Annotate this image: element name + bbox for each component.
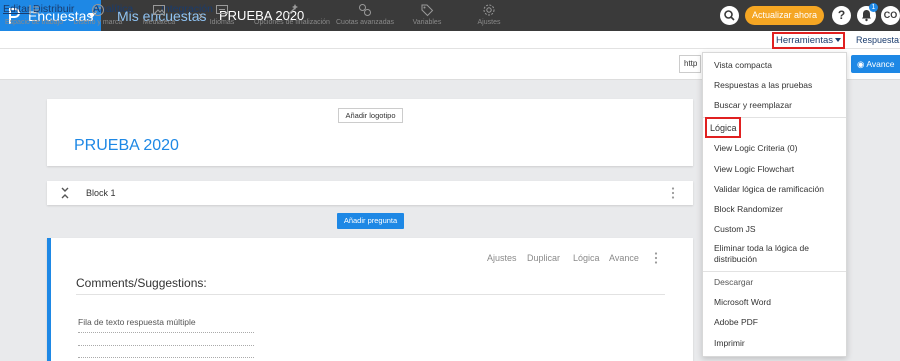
toolbar-workspace[interactable]: Espacio de trabajo [4,3,64,26]
toolbar-label: Cuotas avanzadas [336,19,394,26]
menu-item-validate-branching[interactable]: Validar lógica de ramificación [714,184,824,194]
menu-item-logic[interactable]: Lógica [705,117,741,138]
add-question-button[interactable]: Añadir pregunta [337,213,404,229]
menu-item-word[interactable]: Microsoft Word [714,297,771,307]
question-logic-link[interactable]: Lógica [573,253,600,263]
eye-icon: ◉ [857,59,865,69]
kebab-menu-icon[interactable] [670,186,676,200]
menu-section-download: Descargar [714,277,754,287]
answer-line[interactable] [78,357,254,358]
tools-menu-button[interactable]: Herramientas [772,32,845,49]
survey-url-field[interactable]: http [679,55,701,73]
survey-title[interactable]: PRUEBA 2020 [74,137,179,155]
question-settings-link[interactable]: Ajustes [487,253,517,263]
menu-item-find-replace[interactable]: Buscar y reemplazar [714,100,792,110]
search-icon [724,10,735,21]
toolbar-label: Diseño y marca [73,19,123,26]
palette-icon [92,4,104,16]
toolbar-variables[interactable]: Variables [408,3,446,26]
question-duplicate-link[interactable]: Duplicar [527,253,560,263]
help-button[interactable]: ? [832,6,851,25]
menu-item-delete-distribution-logic[interactable]: Eliminar toda la lógica de distribución [714,243,834,265]
question-title[interactable]: Comments/Suggestions: [76,276,207,290]
menu-item-custom-js[interactable]: Custom JS [714,224,756,234]
question-preview-link[interactable]: Avance [609,253,639,263]
menu-item-test-responses[interactable]: Respuestas a las pruebas [714,80,812,90]
toolbar-label: Ajustes [477,19,501,26]
block-header [47,181,693,205]
menu-item-pdf[interactable]: Adobe PDF [714,317,758,327]
menu-divider [703,271,846,272]
toolbar-label: Idiomas [209,19,235,26]
toolbar-label: Mediateca [142,19,176,26]
toolbar-languages[interactable]: Idiomas [203,3,241,26]
toolbar-settings[interactable]: Ajustes [474,3,504,26]
toolbar-label: Espacio de trabajo [5,19,63,26]
tools-menu-label: Herramientas [775,35,834,46]
image-icon [153,5,165,15]
toolbar-design[interactable]: Diseño y marca [70,3,126,26]
notification-badge: 1 [869,3,878,12]
upgrade-button[interactable]: Actualizar ahora [745,6,824,25]
toolbar-quotas[interactable]: Cuotas avanzadas [335,3,395,26]
gear-icon [483,4,495,16]
menu-item-print[interactable]: Imprimir [714,338,745,348]
menu-item-logic-label: Lógica [710,123,737,133]
response-count: Respuesta: 1 [856,35,900,45]
block-name: Block 1 [86,188,116,198]
collapse-icon[interactable] [60,186,70,200]
workspace-icon [29,5,39,15]
kebab-menu-icon[interactable] [653,251,659,265]
preview-button[interactable]: ◉ Avance [851,55,900,73]
search-button[interactable] [720,6,739,25]
chevron-down-icon [835,38,842,43]
menu-item-block-randomizer[interactable]: Block Randomizer [714,204,783,214]
question-row-label: Fila de texto respuesta múltiple [78,317,196,327]
toolbar-label: Opciones de finalización [254,19,330,26]
menu-bar [0,31,900,49]
answer-line[interactable] [78,332,254,333]
menu-item-view-logic-criteria[interactable]: View Logic Criteria (0) [714,143,797,153]
avatar[interactable]: CO [881,6,900,25]
menu-item-view-logic-flowchart[interactable]: View Logic Flowchart [714,164,794,174]
menu-item-compact-view[interactable]: Vista compacta [714,60,772,70]
quota-icon [359,4,371,16]
language-icon [216,5,228,14]
answer-line[interactable] [78,345,254,346]
toolbar-finish-options[interactable]: Opciones de finalización [252,3,332,26]
toolbar-media[interactable]: Mediateca [137,3,181,26]
divider [76,294,665,295]
add-logo-button[interactable]: Añadir logotipo [338,108,403,123]
tag-icon [421,4,434,17]
wand-icon [287,4,298,16]
preview-label: Avance [866,59,895,69]
toolbar-label: Variables [412,19,442,26]
